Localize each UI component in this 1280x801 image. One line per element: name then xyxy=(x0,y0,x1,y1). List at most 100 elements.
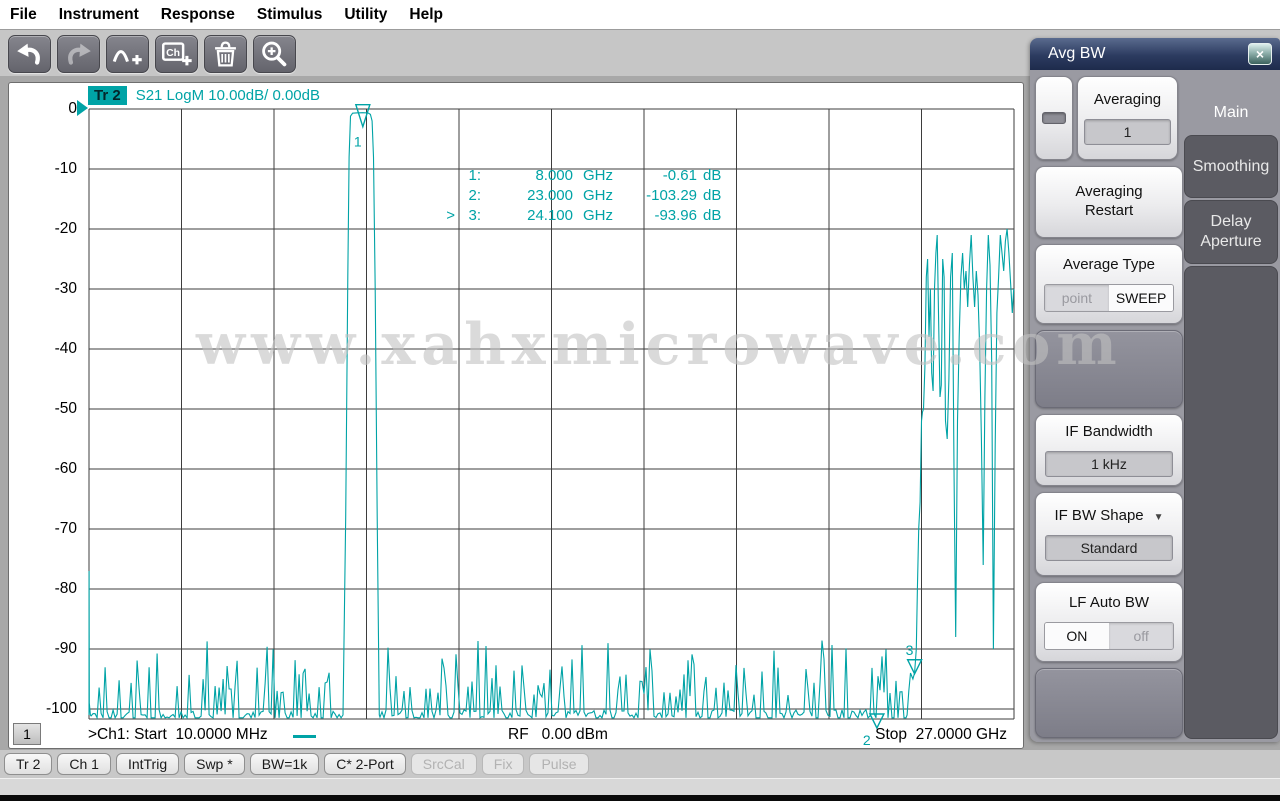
redo-button[interactable] xyxy=(57,35,100,73)
marker-readout-cell: 24.100 xyxy=(527,207,573,224)
statusbar-swp-[interactable]: Swp * xyxy=(184,753,245,775)
trace-color-indicator xyxy=(293,735,316,738)
lf-auto-bw-segmented: ON off xyxy=(1043,621,1175,650)
add-trace-icon xyxy=(112,50,142,65)
add-channel-button[interactable]: Ch xyxy=(155,35,198,73)
if-bandwidth-value-field[interactable]: 1 kHz xyxy=(1045,450,1173,477)
y-axis-label: -50 xyxy=(54,400,77,417)
reference-level-arrow-icon xyxy=(77,100,88,116)
menu-file[interactable]: File xyxy=(10,6,37,24)
marker-readout-cell: dB xyxy=(703,167,722,184)
avg-bw-panel: Avg BW × Averaging 1 Averaging Restart A… xyxy=(1030,38,1280,742)
lf-auto-bw-on-option[interactable]: ON xyxy=(1044,622,1109,649)
empty-softkey xyxy=(1035,330,1183,408)
statusbar-srccal: SrcCal xyxy=(410,753,477,775)
averaging-button[interactable]: Averaging 1 xyxy=(1077,76,1178,160)
lf-auto-bw-off-option[interactable]: off xyxy=(1109,622,1174,649)
y-axis-label: -20 xyxy=(54,220,77,237)
stop-frequency-field[interactable]: Stop 27.0000 GHz xyxy=(875,726,1007,744)
menu-help[interactable]: Help xyxy=(409,6,443,24)
average-type-label: Average Type xyxy=(1062,256,1155,274)
undo-icon xyxy=(17,43,40,65)
chevron-down-icon: ▼ xyxy=(1153,512,1164,524)
marker-readout-cell: 3: xyxy=(468,207,481,224)
y-axis-label: -90 xyxy=(54,640,77,657)
trace-header: Tr 2 S21 LogM 10.00dB/ 0.00dB xyxy=(88,85,320,105)
statusbar-inttrig[interactable]: IntTrig xyxy=(115,753,180,775)
if-bw-shape-label: IF BW Shape ▼ xyxy=(1054,507,1163,526)
averaging-restart-button[interactable]: Averaging Restart xyxy=(1035,166,1183,238)
y-axis-label: -10 xyxy=(54,160,77,177)
tab-strip-background xyxy=(1184,266,1278,739)
zoom-in-button[interactable] xyxy=(253,35,296,73)
marker-readout-cell: dB xyxy=(703,187,722,204)
statusbar-bw-1k[interactable]: BW=1k xyxy=(249,753,320,775)
bottom-strip xyxy=(0,778,1280,795)
trace-badge[interactable]: Tr 2 xyxy=(88,85,127,105)
start-frequency-field[interactable]: >Ch1: Start 10.0000 MHz xyxy=(88,726,268,744)
marker-readout-cell: 1: xyxy=(468,167,481,184)
marker-readout-cell xyxy=(441,167,455,187)
marker-readout-cell: > xyxy=(446,207,455,224)
menu-response[interactable]: Response xyxy=(161,6,235,24)
undo-button[interactable] xyxy=(8,35,51,73)
marker-label: 2 xyxy=(863,732,871,748)
average-type-segmented: point SWEEP xyxy=(1043,283,1175,312)
empty-softkey xyxy=(1035,668,1183,738)
marker-readout-cell: 8.000 xyxy=(535,167,573,184)
if-bw-shape-label-text: IF BW Shape xyxy=(1054,507,1144,525)
plot-area[interactable]: 1 2 3 Tr 2 S21 LogM 10.00dB/ 0.00dB 0 -10 -2… xyxy=(8,82,1024,749)
y-axis-label: -100 xyxy=(45,700,77,717)
y-axis-label: -30 xyxy=(54,280,77,297)
average-type-sweep-option[interactable]: SWEEP xyxy=(1109,284,1174,311)
panel-body: Averaging 1 Averaging Restart Average Ty… xyxy=(1030,70,1280,742)
statusbar-fix: Fix xyxy=(481,753,525,775)
marker-label: 1 xyxy=(354,134,362,150)
marker-readout-cell: -93.96 xyxy=(654,207,697,224)
marker-readout-cell: -0.61 xyxy=(662,167,697,184)
averaging-restart-label: Averaging Restart xyxy=(1075,183,1143,219)
statusbar-ch-1[interactable]: Ch 1 xyxy=(57,753,111,775)
statusbar-c-2-port[interactable]: C* 2-Port xyxy=(324,753,406,775)
if-bw-shape-button[interactable]: IF BW Shape ▼ Standard xyxy=(1035,492,1183,576)
add-trace-button[interactable] xyxy=(106,35,149,73)
close-icon[interactable]: × xyxy=(1248,43,1272,65)
averaging-toggle-button[interactable] xyxy=(1035,76,1073,160)
lf-auto-bw-button[interactable]: LF Auto BW ON off xyxy=(1035,582,1183,662)
marker-triangle-icon[interactable] xyxy=(354,103,371,129)
panel-title-bar: Avg BW × xyxy=(1030,38,1280,70)
menu-utility[interactable]: Utility xyxy=(344,6,387,24)
marker-readout-cell: GHz xyxy=(583,207,613,224)
averaging-value-field[interactable]: 1 xyxy=(1083,118,1172,145)
add-channel-icon: Ch xyxy=(162,42,192,66)
statusbar-tr-2[interactable]: Tr 2 xyxy=(4,753,53,775)
marker-readout-cell: -103.29 xyxy=(646,187,697,204)
panel-title: Avg BW xyxy=(1048,45,1106,62)
menu-instrument[interactable]: Instrument xyxy=(59,6,139,24)
marker-label: 3 xyxy=(906,642,914,658)
redo-icon xyxy=(68,43,91,65)
if-bandwidth-label: IF Bandwidth xyxy=(1065,423,1153,441)
marker-readout-cell: dB xyxy=(703,207,722,224)
y-axis-label: 0 xyxy=(68,100,77,117)
if-bw-shape-value-field[interactable]: Standard xyxy=(1045,534,1173,561)
average-type-button[interactable]: Average Type point SWEEP xyxy=(1035,244,1183,324)
marker-readout-cell xyxy=(441,187,455,207)
marker-readout-cell: GHz xyxy=(583,187,613,204)
average-type-point-option[interactable]: point xyxy=(1044,284,1109,311)
y-axis-label: -80 xyxy=(54,580,77,597)
if-bandwidth-button[interactable]: IF Bandwidth 1 kHz xyxy=(1035,414,1183,486)
delete-button[interactable] xyxy=(204,35,247,73)
menu-bar: File Instrument Response Stimulus Utility Hel… xyxy=(0,0,1280,29)
averaging-label: Averaging xyxy=(1093,91,1162,109)
delete-icon xyxy=(215,41,236,67)
tab-delay-aperture[interactable]: Delay Aperture xyxy=(1184,200,1278,264)
menu-stimulus[interactable]: Stimulus xyxy=(257,6,322,24)
rf-power-field[interactable]: RF 0.00 dBm xyxy=(508,726,608,744)
zoom-in-icon xyxy=(262,41,287,67)
statusbar-pulse: Pulse xyxy=(529,753,589,775)
tab-smoothing[interactable]: Smoothing xyxy=(1184,135,1278,198)
window-bottom-edge xyxy=(0,795,1280,801)
status-bar: Tr 2 Ch 1 IntTrig Swp * BW=1k C* 2-Port SrcCal… xyxy=(0,750,1280,778)
toggle-indicator-icon xyxy=(1042,112,1066,124)
